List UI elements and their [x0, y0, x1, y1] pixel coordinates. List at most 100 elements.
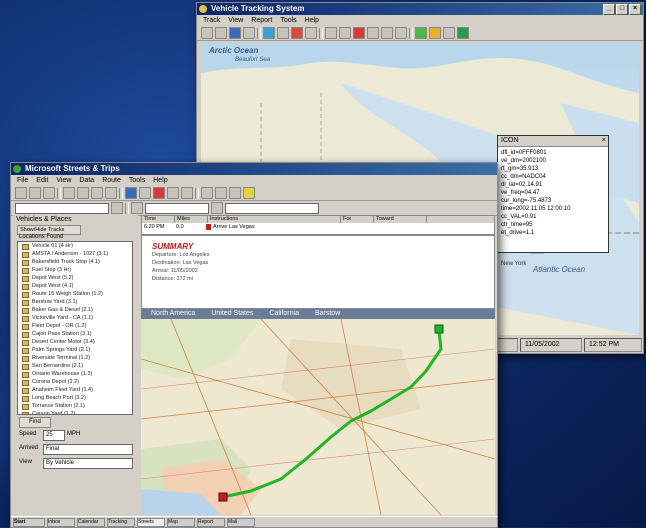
find-button[interactable]: Find [19, 417, 51, 428]
list-item[interactable]: Carson Yard (1.2) [18, 410, 132, 414]
stop-icon[interactable] [353, 27, 365, 39]
print-icon[interactable] [63, 187, 75, 199]
breadcrumb-item[interactable]: Barstow [315, 309, 340, 319]
menu-route[interactable]: Route [102, 175, 121, 186]
list-item[interactable]: Victorville Yard - CA (1.1) [18, 314, 132, 322]
measure-icon[interactable] [229, 187, 241, 199]
view-select[interactable]: By Vehicle [43, 458, 133, 469]
region-field[interactable] [225, 202, 319, 214]
taskbar-item[interactable]: Map [167, 517, 195, 527]
pushpin-icon[interactable] [153, 187, 165, 199]
chart-icon[interactable] [415, 27, 427, 39]
save-icon[interactable] [229, 27, 241, 39]
start-button[interactable]: Start [13, 517, 45, 527]
zoom-out-icon[interactable] [181, 187, 193, 199]
list-item[interactable]: San Bernardino (2.1) [18, 362, 132, 370]
menu-track[interactable]: Track [203, 15, 220, 26]
list-item[interactable]: Corona Depot (2.2) [18, 378, 132, 386]
new-icon[interactable] [201, 27, 213, 39]
maximize-button[interactable]: □ [616, 4, 628, 15]
list-item[interactable]: Cajon Pass Station (3.1) [18, 330, 132, 338]
locations-list[interactable]: Vehicle 01 (4 Hr) AMSTA / Anderson - 1027… [17, 241, 133, 415]
go-icon[interactable] [211, 202, 223, 214]
track-icon[interactable] [291, 27, 303, 39]
save-icon[interactable] [43, 187, 55, 199]
list-item[interactable]: Bakersfield Truck Stop (4.1) [18, 258, 132, 266]
menu-tools[interactable]: Tools [280, 15, 296, 26]
list-icon[interactable] [395, 27, 407, 39]
col-miles[interactable]: Miles [175, 216, 208, 223]
pan-icon[interactable] [201, 187, 213, 199]
arrived-select[interactable]: Final [43, 444, 133, 455]
menu-data[interactable]: Data [79, 175, 94, 186]
forward-icon[interactable] [339, 27, 351, 39]
col-toward[interactable]: Toward [374, 216, 427, 223]
list-item[interactable]: Fuel Stop (3 Hr) [18, 266, 132, 274]
col-time[interactable]: Time [142, 216, 175, 223]
route-map[interactable] [141, 319, 495, 515]
menu-help[interactable]: Help [305, 15, 319, 26]
list-item[interactable]: Baker Gas & Diesel (2.1) [18, 306, 132, 314]
paste-icon[interactable] [105, 187, 117, 199]
new-icon[interactable] [15, 187, 27, 199]
list-item[interactable]: Fleet Depot - OR (1.2) [18, 322, 132, 330]
help-icon[interactable] [443, 27, 455, 39]
taskbar-item[interactable]: Calendar [77, 517, 105, 527]
zoom-in-icon[interactable] [167, 187, 179, 199]
info-window-header[interactable]: ICON × [498, 136, 608, 147]
list-item[interactable]: Depot West (5.2) [18, 274, 132, 282]
streets-window[interactable]: Microsoft Streets & Trips File Edit View… [10, 162, 498, 528]
home-icon[interactable] [381, 27, 393, 39]
close-button[interactable]: × [629, 4, 641, 15]
taskbar-item[interactable]: Inbox [47, 517, 75, 527]
tracking-titlebar[interactable]: Vehicle Tracking System _ □ × [197, 3, 643, 15]
streets-titlebar[interactable]: Microsoft Streets & Trips [11, 163, 497, 175]
list-item[interactable]: Ontario Warehouse (1.3) [18, 370, 132, 378]
place-field[interactable] [145, 202, 209, 214]
speed-field[interactable]: 25 [43, 430, 65, 441]
menu-tools[interactable]: Tools [129, 175, 145, 186]
menu-report[interactable]: Report [251, 15, 272, 26]
taskbar-item[interactable]: Streets [137, 517, 165, 527]
cut-icon[interactable] [77, 187, 89, 199]
menu-view[interactable]: View [56, 175, 71, 186]
select-icon[interactable] [215, 187, 227, 199]
breadcrumb-item[interactable]: United States [211, 309, 253, 319]
list-item[interactable]: Desert Center Motor (3.4) [18, 338, 132, 346]
locate-icon[interactable] [131, 202, 143, 214]
refresh-icon[interactable] [367, 27, 379, 39]
copy-icon[interactable] [91, 187, 103, 199]
taskbar-item[interactable]: Tracking [107, 517, 135, 527]
list-item[interactable]: Vehicle 01 (4 Hr) [18, 242, 132, 250]
breadcrumb-item[interactable]: California [269, 309, 299, 319]
alert-icon[interactable] [429, 27, 441, 39]
list-item[interactable]: Riverside Terminal (1.2) [18, 354, 132, 362]
route-icon[interactable] [125, 187, 137, 199]
back-icon[interactable] [325, 27, 337, 39]
list-item[interactable]: Torrance Station (2.1) [18, 402, 132, 410]
close-icon[interactable]: × [602, 136, 606, 146]
list-item[interactable]: Route 15 Weigh Station (1.2) [18, 290, 132, 298]
list-item[interactable]: Anaheim Fleet Yard (1.4) [18, 386, 132, 394]
search-field[interactable] [15, 202, 109, 214]
open-icon[interactable] [215, 27, 227, 39]
menu-help[interactable]: Help [153, 175, 167, 186]
highlight-icon[interactable] [243, 187, 255, 199]
taskbar-item[interactable]: Report [197, 517, 225, 527]
list-item[interactable]: Long Beach Port (3.2) [18, 394, 132, 402]
taskbar-item[interactable]: Mail [227, 517, 255, 527]
directions-grid[interactable]: Time Miles Instructions For Toward 6:20 … [141, 215, 495, 235]
minimize-button[interactable]: _ [603, 4, 615, 15]
table-row[interactable]: 6:20 PM 0.0 Arrive Las Vegas [142, 223, 494, 232]
vehicle-info-window[interactable]: ICON × dfl_id=0FFF0801 ve_dm=2002100 rt_… [497, 135, 609, 253]
find-icon[interactable] [139, 187, 151, 199]
gps-icon[interactable] [457, 27, 469, 39]
col-for[interactable]: For [341, 216, 374, 223]
print-icon[interactable] [243, 27, 255, 39]
menu-edit[interactable]: Edit [36, 175, 48, 186]
list-item[interactable]: Barstow Yard (3.1) [18, 298, 132, 306]
zoom-icon[interactable] [277, 27, 289, 39]
chevron-down-icon[interactable] [111, 202, 123, 214]
menu-file[interactable]: File [17, 175, 28, 186]
vehicle-icon[interactable] [305, 27, 317, 39]
